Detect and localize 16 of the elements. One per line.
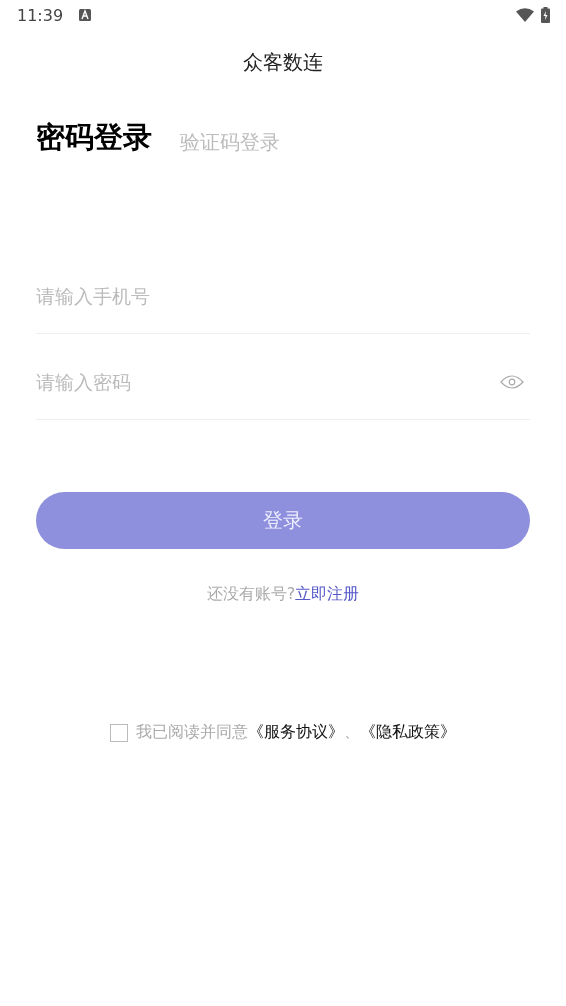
app-title: 众客数连 (242, 49, 324, 76)
register-link[interactable]: 立即注册 (295, 584, 360, 605)
agreement-text: 我已阅读并同意 (136, 722, 248, 743)
terms-link[interactable]: 《服务协议》 (248, 722, 344, 743)
eye-icon[interactable] (500, 374, 524, 389)
status-time: 11:39 (17, 5, 64, 25)
login-tab[interactable]: 密码登录 (36, 118, 152, 158)
notification-icon (79, 9, 92, 21)
privacy-link[interactable]: 《隐私政策》 (360, 722, 456, 743)
password-field[interactable]: 请输入密码 (36, 370, 500, 393)
register-prompt: 还没有账号? (206, 584, 296, 605)
phone-field[interactable]: 请输入手机号 (36, 284, 530, 307)
wifi-icon (516, 8, 534, 22)
agreement-checkbox[interactable] (110, 723, 128, 742)
battery-icon (541, 7, 550, 23)
separator: 、 (344, 722, 360, 743)
